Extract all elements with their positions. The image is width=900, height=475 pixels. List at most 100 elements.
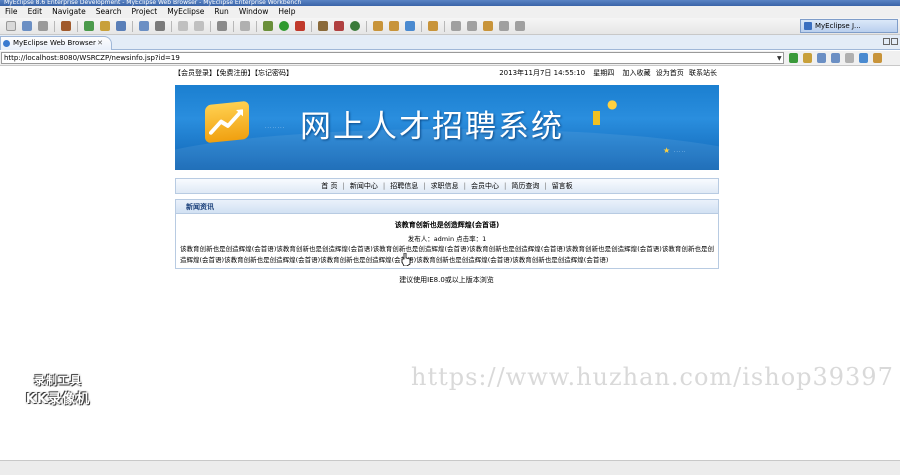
top-right-info: 2013年11月7日 14:55:10 星期四 加入收藏 设为首页 联系站长	[493, 66, 717, 81]
close-icon[interactable]: ✕	[97, 37, 103, 49]
toolbar-separator	[366, 20, 367, 32]
nav-seeker-info[interactable]: 求职信息	[429, 182, 461, 190]
new-server-icon[interactable]	[334, 21, 344, 31]
database-icon[interactable]	[139, 21, 149, 31]
set-home-link[interactable]: 设为首页	[656, 69, 684, 77]
recorder-badge-line1: 录制工具	[34, 374, 82, 387]
next-annotation-icon[interactable]	[451, 21, 461, 31]
editor-tab-strip: MyEclipse Web Browser ✕	[0, 35, 900, 50]
nav-job-info[interactable]: 招聘信息	[388, 182, 420, 190]
nav-resume-search[interactable]: 简历查询	[509, 182, 541, 190]
menu-help[interactable]: Help	[273, 6, 300, 18]
date-text: 2013年11月7日 14:55:10	[499, 69, 586, 77]
open-task-icon[interactable]	[405, 21, 415, 31]
bookmark-icon[interactable]	[803, 53, 812, 63]
perspective-label: MyEclipse J...	[815, 22, 861, 30]
menu-project[interactable]: Project	[127, 6, 163, 18]
new-icon[interactable]	[6, 21, 16, 31]
url-dropdown-icon[interactable]: ▼	[777, 55, 782, 62]
toolbar-separator	[77, 20, 78, 32]
menu-bar: File Edit Navigate Search Project MyEcli…	[0, 6, 900, 18]
settings-icon[interactable]	[155, 21, 165, 31]
address-bar: ▼	[0, 51, 900, 66]
banner-tag-decor: · · · · ·	[674, 149, 686, 154]
menu-run[interactable]: Run	[209, 6, 233, 18]
nav-separator: |	[544, 182, 547, 190]
minimize-icon[interactable]	[883, 38, 890, 45]
toolbar-separator	[233, 20, 234, 32]
refresh-icon[interactable]	[859, 53, 868, 63]
menu-edit[interactable]: Edit	[23, 6, 48, 18]
new-project-icon[interactable]	[318, 21, 328, 31]
recorder-badge-line2: KK录像机	[25, 392, 91, 407]
menu-file[interactable]: File	[0, 6, 23, 18]
nav-separator: |	[342, 182, 345, 190]
new-class-icon[interactable]	[350, 21, 360, 31]
site-banner: · · · · · · · · 网上人才招聘系统 ● ★ · · · · ·	[175, 85, 719, 170]
contact-link[interactable]: 联系站长	[689, 69, 717, 77]
nav-member-center[interactable]: 会员中心	[469, 182, 501, 190]
toolbar-separator	[311, 20, 312, 32]
package-icon[interactable]	[178, 21, 188, 31]
open-file-icon[interactable]	[240, 21, 250, 31]
forward-icon[interactable]	[515, 21, 525, 31]
maximize-icon[interactable]	[891, 38, 898, 45]
nav-home[interactable]: 首 页	[319, 182, 339, 190]
toolbar-separator	[132, 20, 133, 32]
debug-icon[interactable]	[263, 21, 273, 31]
annotation-icon[interactable]	[428, 21, 438, 31]
search-icon[interactable]	[389, 21, 399, 31]
tab-web-browser[interactable]: MyEclipse Web Browser ✕	[0, 36, 112, 50]
print-icon[interactable]	[38, 21, 48, 31]
toolbar-separator	[210, 20, 211, 32]
server-icon[interactable]	[61, 21, 71, 31]
toolbar-separator	[421, 20, 422, 32]
site-title: 网上人才招聘系统	[300, 109, 564, 145]
status-bar	[0, 460, 900, 475]
news-section-heading: 新闻资讯	[176, 200, 718, 214]
menu-navigate[interactable]: Navigate	[47, 6, 91, 18]
add-favorite-link[interactable]: 加入收藏	[623, 69, 651, 77]
sparkle-icon: ●	[607, 97, 618, 111]
ide-window: MyEclipse 8.6 Enterprise Development - M…	[0, 0, 900, 475]
back-icon[interactable]	[499, 21, 509, 31]
mouse-pointer-icon	[401, 252, 411, 268]
weekday-text: 星期四	[593, 69, 615, 77]
toolbar-separator	[444, 20, 445, 32]
previous-annotation-icon[interactable]	[467, 21, 477, 31]
toolbar-separator	[54, 20, 55, 32]
top-info-bar: 【会员登录】【免费注册】【忘记密码】 2013年11月7日 14:55:10 星…	[174, 66, 719, 81]
toolbar-separator	[256, 20, 257, 32]
deploy-icon[interactable]	[84, 21, 94, 31]
class-icon[interactable]	[194, 21, 204, 31]
home-icon[interactable]	[873, 53, 882, 63]
recorder-badge: 录制工具 KK录像机	[18, 372, 98, 407]
nav-message-board[interactable]: 留言板	[550, 182, 575, 190]
go-icon[interactable]	[789, 53, 798, 63]
run-icon[interactable]	[279, 21, 289, 31]
member-links[interactable]: 【会员登录】【免费注册】【忘记密码】	[174, 66, 293, 81]
back-icon[interactable]	[817, 53, 826, 63]
open-type-icon[interactable]	[373, 21, 383, 31]
menu-window[interactable]: Window	[234, 6, 274, 18]
menu-myeclipse[interactable]: MyEclipse	[162, 6, 209, 18]
console-icon[interactable]	[217, 21, 227, 31]
banner-decor-text: · · · · · · · ·	[265, 125, 285, 130]
news-box: 新闻资讯 该教育创新也是创造辉煌(会首语) 发布人：admin 点击率：1 该教…	[175, 199, 719, 269]
folder-icon[interactable]	[100, 21, 110, 31]
menu-search[interactable]: Search	[91, 6, 127, 18]
stop-icon[interactable]	[845, 53, 854, 63]
web-icon[interactable]	[116, 21, 126, 31]
url-input[interactable]	[1, 52, 784, 64]
save-icon[interactable]	[22, 21, 32, 31]
site-nav: 首 页 | 新闻中心 | 招聘信息 | 求职信息 | 会员中心 | 简历查询 | 留言板	[175, 178, 719, 194]
last-edit-icon[interactable]	[483, 21, 493, 31]
external-tools-icon[interactable]	[295, 21, 305, 31]
nav-news-center[interactable]: 新闻中心	[348, 182, 380, 190]
forward-icon[interactable]	[831, 53, 840, 63]
news-title: 该教育创新也是创造辉煌(会首语)	[394, 221, 500, 229]
growth-chart-logo-icon	[205, 100, 249, 144]
bookmark-decor-icon	[593, 111, 600, 125]
browser-content: 【会员登录】【免费注册】【忘记密码】 2013年11月7日 14:55:10 星…	[0, 66, 900, 460]
perspective-button[interactable]: MyEclipse J...	[800, 19, 898, 33]
